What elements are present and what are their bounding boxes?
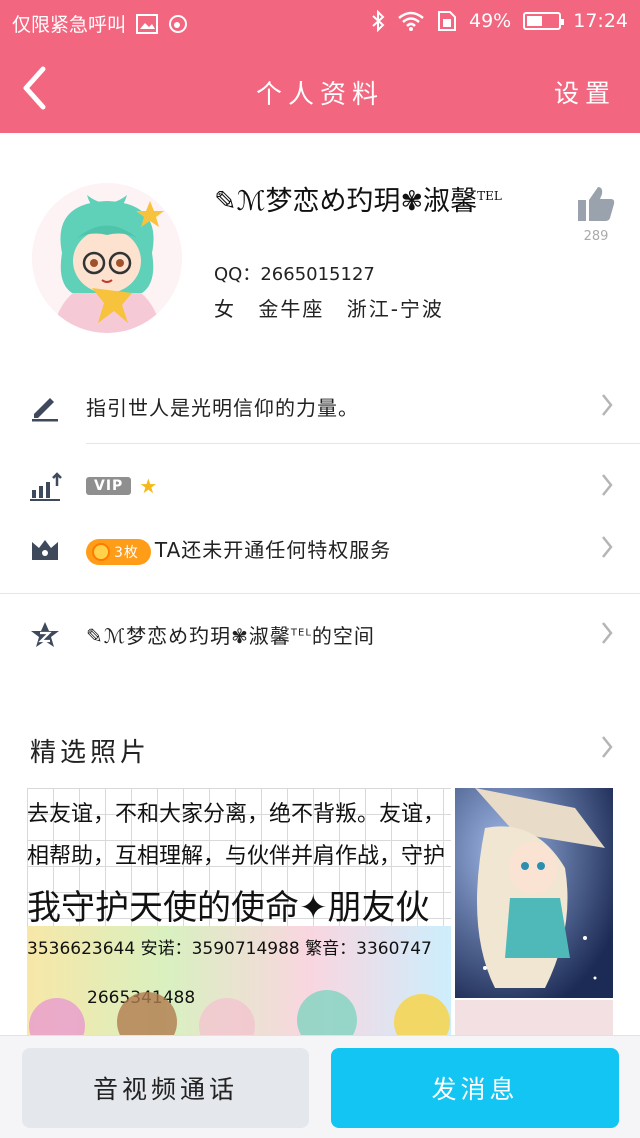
privilege-text: TA还未开通任何特权服务: [154, 538, 392, 562]
like-count: 289: [583, 229, 609, 244]
chevron-right-icon: [602, 474, 613, 496]
audio-video-call-button[interactable]: 音视频通话: [22, 1048, 309, 1128]
image-notification-icon: [136, 13, 159, 34]
photo-thumbnail[interactable]: [455, 1000, 613, 1040]
bottom-action-bar: 音视频通话 发消息: [0, 1035, 640, 1138]
qzone-text: ✎ℳ梦恋め玓玥✾淑馨TEL的空间: [86, 624, 375, 648]
photo-thumbnail[interactable]: [455, 788, 613, 998]
chevron-right-icon: [602, 536, 613, 558]
anime-girl-illustration: [455, 788, 613, 998]
navigation-bar: 个人资料 设置: [0, 44, 640, 133]
clock: 17:24: [573, 10, 628, 32]
bluetooth-icon: [372, 10, 385, 32]
nickname-tel-sup: TEL: [477, 189, 502, 203]
battery-percent: 49%: [469, 10, 512, 32]
qzone-star-icon: [31, 622, 59, 647]
signature-text: 指引世人是光明信仰的力量。: [86, 396, 359, 420]
send-message-button[interactable]: 发消息: [331, 1048, 619, 1128]
level-chart-icon: [30, 472, 62, 501]
page-title: 个人资料: [255, 80, 384, 110]
status-bar: 仅限紧急呼叫 49% 17:24: [0, 0, 640, 44]
wifi-icon: [398, 11, 424, 31]
photo-thumbnail[interactable]: 去友谊，不和大家分离，绝不背叛。友谊， 相帮助，互相理解，与伙伴并肩作战，守护 …: [27, 788, 451, 1038]
star-icon: ★: [139, 473, 159, 498]
qq-number: QQ：2665015127: [214, 264, 375, 285]
avatar-illustration: [32, 183, 182, 333]
crown-icon: [32, 540, 58, 560]
photo-text-line: 我守护天使的使命✦朋友伙: [27, 888, 430, 928]
music-notification-icon: [169, 14, 188, 33]
thumbs-up-icon: [578, 187, 615, 221]
chevron-right-icon[interactable]: [600, 734, 614, 760]
qzone-row[interactable]: ✎ℳ梦恋め玓玥✾淑馨TEL的空间: [0, 596, 640, 670]
featured-photos-title[interactable]: 精选照片: [30, 732, 150, 769]
privilege-row[interactable]: 3枚 TA还未开通任何特权服务: [0, 510, 640, 584]
divider: [86, 443, 640, 444]
photo-text-line: 去友谊，不和大家分离，绝不背叛。友谊，: [27, 802, 446, 827]
app-header: 仅限紧急呼叫 49% 17:24 个人资料 设置: [0, 0, 640, 133]
settings-button[interactable]: 设置: [554, 74, 616, 110]
photo-text-line: 相帮助，互相理解，与伙伴并肩作战，守护: [27, 844, 446, 869]
photo-characters-illustration: [29, 990, 450, 1038]
nickname: ✎ℳ梦恋め玓玥✾淑馨TEL: [214, 186, 502, 217]
privilege-info: 3枚 TA还未开通任何特权服务: [86, 534, 391, 565]
vip-badge: VIP: [86, 476, 132, 495]
vip-info: VIP ★: [86, 472, 158, 498]
battery-icon: [523, 12, 565, 30]
coin-icon: [92, 542, 110, 561]
carrier-text: 仅限紧急呼叫: [12, 14, 127, 36]
chevron-right-icon: [602, 622, 613, 644]
like-button[interactable]: 289: [574, 185, 618, 244]
coin-badge: 3枚: [86, 538, 151, 565]
signature-row[interactable]: 指引世人是光明信仰的力量。: [0, 368, 640, 442]
profile-info: 女 金牛座 浙江-宁波: [214, 297, 444, 321]
sim-icon: [438, 11, 456, 31]
chevron-right-icon: [602, 394, 613, 416]
profile-card: ✎ℳ梦恋め玓玥✾淑馨TEL QQ：2665015127 女 金牛座 浙江-宁波 …: [0, 133, 640, 368]
divider: [0, 593, 640, 594]
pencil-icon: [32, 398, 58, 422]
avatar[interactable]: [32, 183, 182, 333]
